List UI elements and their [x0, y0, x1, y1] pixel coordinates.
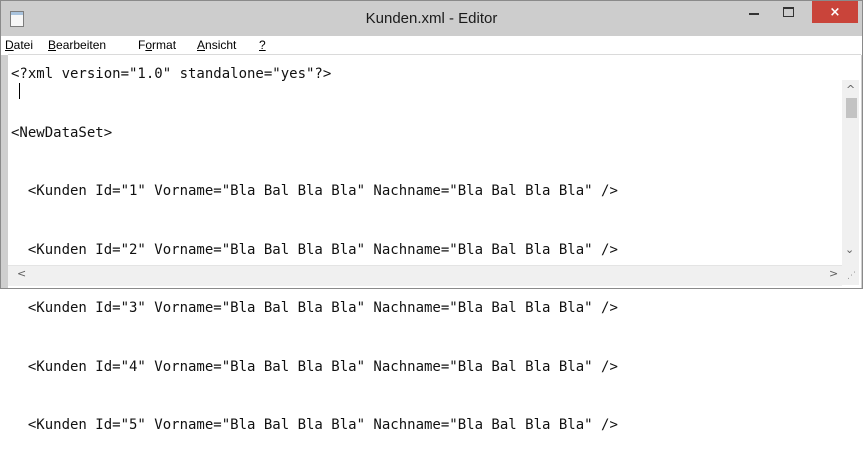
- document-line: <Kunden Id="3" Vorname="Bla Bal Bla Bla"…: [11, 300, 618, 316]
- document-text[interactable]: <?xml version="1.0" standalone="yes"?> <…: [11, 26, 618, 455]
- document-line: <NewDataSet>: [11, 124, 113, 141]
- scroll-up-icon[interactable]: ^: [846, 84, 855, 96]
- minimize-icon: [749, 12, 759, 15]
- document-line: <?xml version="1.0" standalone="yes"?>: [11, 66, 332, 82]
- minimize-button[interactable]: [738, 1, 770, 23]
- text-caret: [19, 83, 20, 99]
- maximize-button[interactable]: [772, 1, 804, 23]
- resize-grip-glyph: ⋰: [847, 271, 856, 281]
- document-line: <Kunden Id="5" Vorname="Bla Bal Bla Bla"…: [11, 417, 618, 433]
- horizontal-scrollbar[interactable]: [8, 265, 842, 286]
- maximize-icon: [782, 7, 794, 17]
- document-line: <Kunden Id="4" Vorname="Bla Bal Bla Bla"…: [11, 358, 618, 375]
- resize-grip-icon[interactable]: ⋰: [842, 265, 859, 285]
- scroll-right-icon[interactable]: >: [829, 268, 838, 280]
- scroll-down-icon[interactable]: ⌄: [845, 244, 854, 256]
- close-button[interactable]: ×: [812, 1, 858, 23]
- document-line: <Kunden Id="2" Vorname="Bla Bal Bla Bla"…: [11, 241, 618, 258]
- document-line: <Kunden Id="1" Vorname="Bla Bal Bla Bla"…: [11, 183, 618, 199]
- vertical-scroll-thumb[interactable]: [846, 98, 857, 118]
- scroll-left-icon[interactable]: <: [17, 268, 26, 280]
